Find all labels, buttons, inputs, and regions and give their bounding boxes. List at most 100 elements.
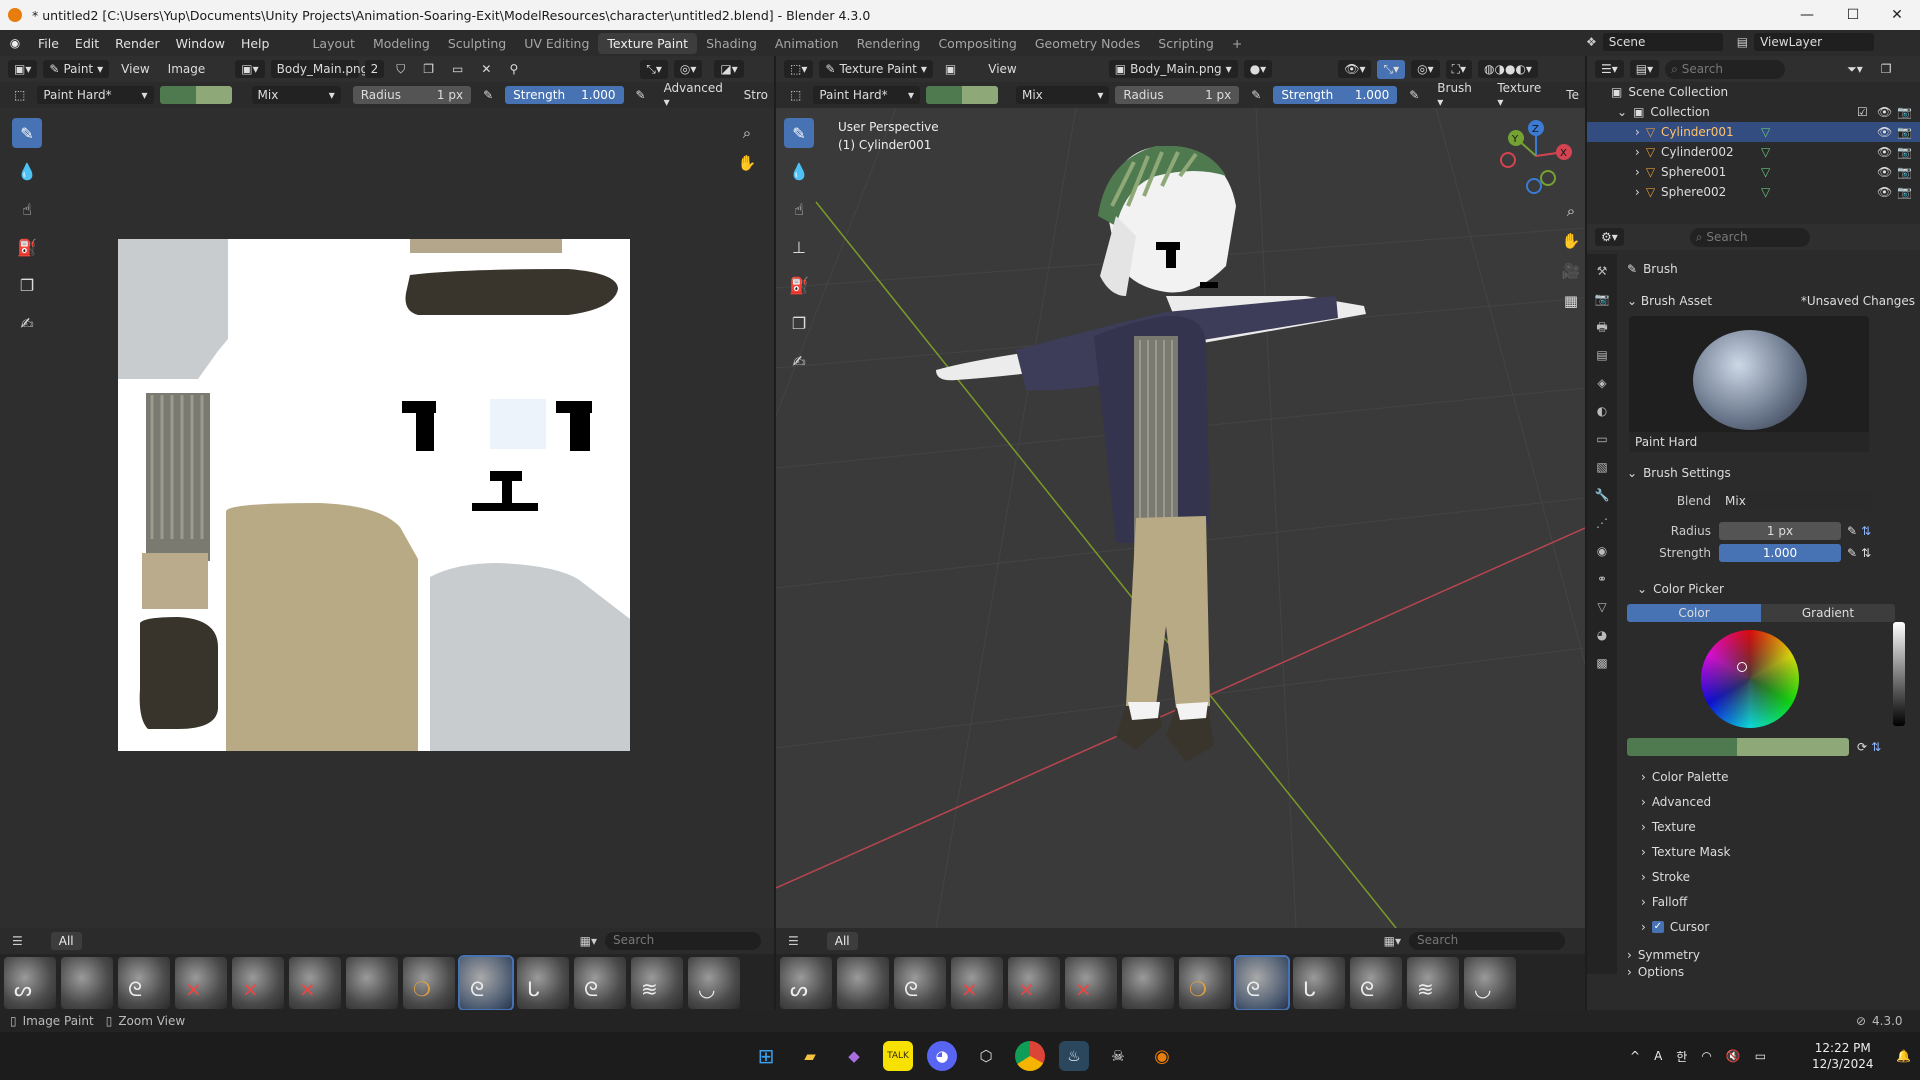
brush-thumb[interactable]: ⨯ bbox=[951, 957, 1003, 1009]
cursor-checkbox[interactable]: ✓ bbox=[1651, 921, 1664, 933]
new-image-icon[interactable]: ❐ bbox=[417, 60, 440, 78]
smear-tool-icon[interactable]: ☝ bbox=[12, 194, 42, 224]
ime-icon[interactable]: 한 bbox=[1676, 1048, 1687, 1065]
view-layer-tab-icon[interactable]: ▤ bbox=[1591, 344, 1613, 366]
blender-menu-icon[interactable]: ◉ bbox=[0, 36, 30, 50]
render-camera-icon[interactable]: 📷 bbox=[1897, 165, 1912, 179]
visual-studio-icon[interactable]: ◆ bbox=[839, 1041, 869, 1071]
stroke-section[interactable]: › Stroke bbox=[1641, 866, 1915, 888]
display-mode-icon[interactable]: ▦▾ bbox=[580, 934, 597, 948]
viewport-brush-menu[interactable]: Brush ▾ bbox=[1431, 79, 1485, 111]
options-section[interactable]: › Options bbox=[1627, 966, 1915, 978]
render-camera-icon[interactable]: 📷 bbox=[1897, 125, 1912, 139]
expand-chevron-icon[interactable]: ⌄ bbox=[1617, 105, 1627, 119]
viewport-shading-dropdown[interactable]: ●▾ bbox=[1243, 60, 1273, 78]
brush-asset-section[interactable]: ⌄ Brush Asset *Unsaved Changes bbox=[1627, 290, 1915, 312]
asset-search-input[interactable]: Search bbox=[605, 932, 762, 950]
stroke-dropdown-truncated[interactable]: Stro bbox=[738, 86, 774, 104]
vp-annotate-tool-icon[interactable]: ✍ bbox=[784, 346, 814, 376]
notification-bell-icon[interactable]: 🔔 bbox=[1896, 1049, 1911, 1063]
properties-editor-type[interactable]: ⚙▾ bbox=[1595, 228, 1624, 246]
kakaotalk-icon[interactable]: TALK bbox=[883, 1041, 913, 1071]
zoom-icon[interactable]: ⌕ bbox=[734, 120, 760, 146]
brush-thumb[interactable]: ᘓ bbox=[894, 957, 946, 1009]
vp-mask-tool-icon[interactable]: ❐ bbox=[784, 308, 814, 338]
outliner-filter-icon[interactable]: ⏷▾ bbox=[1841, 60, 1869, 79]
brush-thumb[interactable]: ◡ bbox=[1464, 957, 1516, 1009]
steam-icon[interactable]: ♨ bbox=[1059, 1041, 1089, 1071]
menu-file[interactable]: File bbox=[30, 36, 67, 51]
brush-thumb[interactable]: ⨯ bbox=[289, 957, 341, 1009]
viewport-radius-pressure-icon[interactable]: ✎ bbox=[1245, 86, 1267, 104]
symmetry-section[interactable]: › Symmetry bbox=[1627, 944, 1915, 966]
mode-dropdown[interactable]: ✎ Paint ▾ bbox=[43, 60, 110, 78]
tab-geometry-nodes[interactable]: Geometry Nodes bbox=[1026, 33, 1149, 54]
add-workspace-button[interactable]: + bbox=[1223, 33, 1251, 54]
strength-value[interactable]: 1.000 bbox=[1719, 544, 1841, 562]
image-browse-button[interactable]: ▣▾ bbox=[235, 60, 265, 78]
blend-select[interactable]: Mix bbox=[1719, 492, 1871, 510]
brush-thumb[interactable]: ᘓ bbox=[574, 957, 626, 1009]
file-explorer-icon[interactable]: ▰ bbox=[795, 1041, 825, 1071]
viewport-gizmo-toggle[interactable]: ⤡▾ bbox=[1377, 59, 1406, 79]
image-name-field[interactable]: Body_Main.png bbox=[270, 60, 368, 78]
tab-compositing[interactable]: Compositing bbox=[929, 33, 1025, 54]
brush-thumb[interactable]: ❍ bbox=[403, 957, 455, 1009]
brush-thumb[interactable] bbox=[346, 957, 398, 1009]
open-image-icon[interactable]: ▭ bbox=[446, 60, 469, 78]
new-collection-icon[interactable]: ❐ bbox=[1875, 60, 1898, 78]
input-mode-icon[interactable]: A bbox=[1654, 1049, 1662, 1063]
tray-overflow-icon[interactable]: ^ bbox=[1630, 1049, 1640, 1063]
wifi-icon[interactable]: ◠ bbox=[1701, 1049, 1711, 1063]
outliner-item-cylinder002[interactable]: › ▽ Cylinder002 ▽ 👁 📷 bbox=[1587, 142, 1920, 162]
brush-settings-section[interactable]: ⌄ Brush Settings bbox=[1627, 462, 1915, 484]
clone-tool-icon[interactable]: ❐ bbox=[12, 270, 42, 300]
strength-pressure-icon[interactable]: ✎ bbox=[630, 86, 652, 104]
data-tab-icon[interactable]: ▽ bbox=[1591, 596, 1613, 618]
scene-tab-icon[interactable]: ◈ bbox=[1591, 372, 1613, 394]
brush-thumb[interactable]: ≋ bbox=[1407, 957, 1459, 1009]
brush-thumb[interactable]: ᒐ bbox=[1293, 957, 1345, 1009]
fill-tool-icon[interactable]: ⛽ bbox=[12, 232, 42, 262]
outliner-search-input[interactable]: ⌕ Search bbox=[1665, 59, 1786, 79]
advanced-section[interactable]: › Advanced bbox=[1641, 791, 1915, 813]
shelf-menu-icon[interactable]: ☰ bbox=[12, 934, 23, 948]
vp-smear-tool-icon[interactable]: ☝ bbox=[784, 194, 814, 224]
vp-asset-tab-all[interactable]: All bbox=[826, 932, 858, 950]
strength-pen-icon[interactable]: ✎ bbox=[1847, 546, 1857, 560]
brush-thumb[interactable]: ◡ bbox=[688, 957, 740, 1009]
outliner-item-cylinder001[interactable]: › ▽ Cylinder001 ▽ 👁 📷 bbox=[1587, 122, 1920, 142]
cursor-section[interactable]: › ✓ Cursor bbox=[1641, 916, 1915, 938]
brush-thumb[interactable]: ⨯ bbox=[1008, 957, 1060, 1009]
viewlayer-selector[interactable]: ViewLayer bbox=[1754, 33, 1875, 51]
vp-zoom-icon[interactable]: ⌕ bbox=[1558, 198, 1584, 224]
xray-toggle[interactable]: ⛶▾ bbox=[1445, 59, 1473, 79]
secondary-color-swatch[interactable] bbox=[195, 86, 232, 104]
output-tab-icon[interactable]: 🖶 bbox=[1591, 316, 1613, 338]
game-skull-icon[interactable]: ☠ bbox=[1103, 1041, 1133, 1071]
visibility-eye-icon[interactable]: 👁 bbox=[1877, 185, 1892, 199]
physics-tab-icon[interactable]: ◉ bbox=[1591, 540, 1613, 562]
editor-type-dropdown[interactable]: ▣▾ bbox=[8, 60, 38, 78]
viewport-mask-icon[interactable]: ▣ bbox=[939, 60, 962, 78]
brush-thumb[interactable] bbox=[1122, 957, 1174, 1009]
render-camera-icon[interactable]: 📷 bbox=[1897, 145, 1912, 159]
blender-taskbar-icon[interactable]: ◉ bbox=[1147, 1041, 1177, 1071]
radius-pressure-icon[interactable]: ✎ bbox=[477, 86, 499, 104]
texture-tab-icon[interactable]: ▩ bbox=[1591, 652, 1613, 674]
viewport-brush-selector[interactable]: Paint Hard* ▾ bbox=[813, 86, 920, 104]
navigation-gizmo[interactable]: Z X Y bbox=[1496, 116, 1576, 196]
image-users-count[interactable]: 2 bbox=[364, 60, 385, 78]
tab-texture-paint[interactable]: Texture Paint bbox=[598, 32, 698, 54]
draw-tool-icon[interactable]: ✎ bbox=[12, 118, 42, 148]
visibility-icon[interactable]: 👁▾ bbox=[1338, 60, 1372, 78]
color-picker-section[interactable]: ⌄ Color Picker bbox=[1627, 578, 1915, 600]
value-slider[interactable] bbox=[1893, 622, 1905, 726]
view-menu[interactable]: View bbox=[115, 60, 155, 78]
camera-view-icon[interactable]: 🎥 bbox=[1558, 258, 1584, 284]
tab-scripting[interactable]: Scripting bbox=[1149, 33, 1223, 54]
scene-selector[interactable]: Scene bbox=[1602, 33, 1723, 51]
viewport-mode-dropdown[interactable]: ✎ Texture Paint ▾ bbox=[819, 60, 933, 78]
annotate-tool-icon[interactable]: ✍ bbox=[12, 308, 42, 338]
outliner-item-sphere001[interactable]: › ▽ Sphere001 ▽ 👁 📷 bbox=[1587, 162, 1920, 182]
